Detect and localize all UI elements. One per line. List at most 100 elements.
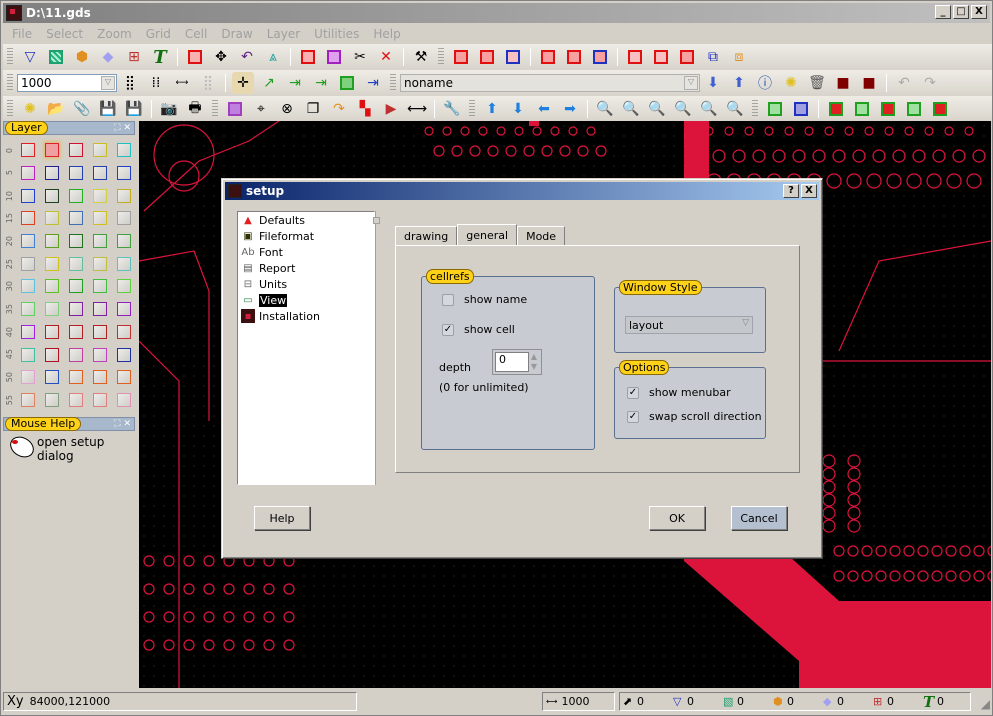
tab-general[interactable]: general xyxy=(457,224,518,246)
layer-swatch[interactable] xyxy=(21,279,35,294)
zoom-selection-icon[interactable]: 🔍 xyxy=(724,98,746,120)
layer-swatch[interactable] xyxy=(45,166,59,181)
grid-coarse-icon[interactable]: ⁞⁞ xyxy=(145,72,167,94)
trash-icon[interactable]: 🗑 xyxy=(806,72,828,94)
snap-edge-icon[interactable]: ⇥ xyxy=(284,72,306,94)
layer-swatch[interactable] xyxy=(21,143,35,158)
layer-op-5-icon[interactable] xyxy=(929,98,951,120)
zoom-window-icon[interactable]: 🔍 xyxy=(698,98,720,120)
menu-draw[interactable]: Draw xyxy=(214,25,259,43)
layer-swatch[interactable] xyxy=(69,392,83,407)
set-layer-icon[interactable] xyxy=(764,98,786,120)
layer-swatch[interactable] xyxy=(69,370,83,385)
menu-help[interactable]: Help xyxy=(366,25,407,43)
toolbar-grip[interactable] xyxy=(212,100,218,118)
menu-layer[interactable]: Layer xyxy=(260,25,307,43)
splitter-handle[interactable] xyxy=(373,211,381,485)
layer-swatch[interactable] xyxy=(45,347,59,362)
layer-swatch[interactable] xyxy=(45,211,59,226)
layer-swatch[interactable] xyxy=(93,392,107,407)
layer-swatch[interactable] xyxy=(93,188,107,203)
save-icon[interactable]: 💾 xyxy=(97,98,119,120)
measure-icon[interactable]: ⟷ xyxy=(406,98,428,120)
scroll-left-icon[interactable]: ⬅ xyxy=(533,98,555,120)
cell-name-combo[interactable]: noname ▽ xyxy=(400,74,700,92)
toolbar-grip[interactable] xyxy=(438,48,444,66)
merge-icon[interactable] xyxy=(323,46,345,68)
save-as-icon[interactable]: 💾 xyxy=(123,98,145,120)
layer-swatch[interactable] xyxy=(69,256,83,271)
snap-edge-3-icon[interactable]: ⇥ xyxy=(362,72,384,94)
layer-swatch[interactable] xyxy=(45,302,59,317)
layer-stack-icon[interactable]: ⧈ xyxy=(728,46,750,68)
box-icon[interactable] xyxy=(45,46,67,68)
tree-item-installation[interactable]: ▪ Installation xyxy=(238,308,374,324)
zoom-out-icon[interactable]: 🔍 xyxy=(620,98,642,120)
dialog-help-button[interactable]: ? xyxy=(783,184,799,198)
boolean-or-icon[interactable] xyxy=(476,46,498,68)
show-menubar-checkbox[interactable]: ✓ show menubar xyxy=(627,386,731,399)
layer-select-icon[interactable]: ▚ xyxy=(354,98,376,120)
swap-layers-icon[interactable]: ⧉ xyxy=(702,46,724,68)
new-cell-icon[interactable]: ✺ xyxy=(780,72,802,94)
rotate-icon[interactable]: ↶ xyxy=(236,46,258,68)
layer-swatch[interactable] xyxy=(117,211,131,226)
tree-item-fileformat[interactable]: ▣ Fileformat xyxy=(238,228,374,244)
float-icon[interactable]: ⛶ xyxy=(114,123,120,133)
layer-swatch[interactable] xyxy=(45,370,59,385)
tree-item-units[interactable]: ⊟ Units xyxy=(238,276,374,292)
layer-swatch[interactable] xyxy=(117,166,131,181)
layer-swatch[interactable] xyxy=(93,302,107,317)
layer-op-2-icon[interactable] xyxy=(851,98,873,120)
layer-swatch[interactable] xyxy=(21,166,35,181)
layer-swatch[interactable] xyxy=(117,143,131,158)
print-icon[interactable]: 🖶 xyxy=(184,98,206,120)
info-icon[interactable]: ⓘ xyxy=(754,72,776,94)
depth-input[interactable]: 0 xyxy=(495,352,529,372)
window-style-select[interactable]: layout ▽ xyxy=(625,316,753,334)
layer-swatch[interactable] xyxy=(45,143,59,158)
toolbar-grip[interactable] xyxy=(7,100,13,118)
size-icon[interactable] xyxy=(537,46,559,68)
layer-swatch[interactable] xyxy=(69,279,83,294)
cancel-button[interactable]: Cancel xyxy=(731,506,787,530)
help-button[interactable]: Help xyxy=(254,506,310,530)
tree-item-report[interactable]: ▤ Report xyxy=(238,260,374,276)
grid-fine-icon[interactable]: ⣿ xyxy=(119,72,141,94)
layer-swatch[interactable] xyxy=(93,166,107,181)
copy-icon[interactable] xyxy=(184,46,206,68)
show-name-checkbox[interactable]: show name xyxy=(442,293,527,306)
layer-swatch[interactable] xyxy=(69,347,83,362)
layer-swatch[interactable] xyxy=(117,347,131,362)
layer-swatch[interactable] xyxy=(69,211,83,226)
close-button[interactable]: X xyxy=(971,5,987,19)
ungroup-icon[interactable]: ■ xyxy=(858,72,880,94)
redo-icon[interactable]: ↷ xyxy=(919,72,941,94)
group-icon[interactable]: ■ xyxy=(832,72,854,94)
toolbar-grip[interactable] xyxy=(7,74,13,92)
tree-item-defaults[interactable]: ▲ Defaults xyxy=(238,212,374,228)
depth-spinbox[interactable]: 0 ▲ ▼ xyxy=(492,349,542,375)
layer-swatch[interactable] xyxy=(21,211,35,226)
boolean-sub-icon[interactable] xyxy=(502,46,524,68)
menu-grid[interactable]: Grid xyxy=(139,25,178,43)
text-icon[interactable]: T xyxy=(149,46,171,68)
tree-item-view[interactable]: ▭ View xyxy=(238,292,374,308)
show-cell-checkbox[interactable]: ✓ show cell xyxy=(442,323,515,336)
layer-swatch[interactable] xyxy=(93,234,107,249)
layer-swatch[interactable] xyxy=(93,279,107,294)
layer-swatch[interactable] xyxy=(93,347,107,362)
tab-mode[interactable]: Mode xyxy=(517,226,566,246)
dialog-close-button[interactable]: X xyxy=(801,184,817,198)
density-3-icon[interactable] xyxy=(676,46,698,68)
layer-swatch[interactable] xyxy=(45,234,59,249)
layer-swatch[interactable] xyxy=(21,256,35,271)
cut-icon[interactable]: ✂ xyxy=(349,46,371,68)
scroll-down-icon[interactable]: ⬇ xyxy=(507,98,529,120)
spin-arrows-icon[interactable]: ▲ ▼ xyxy=(529,352,539,372)
macro-icon[interactable]: ▶ xyxy=(380,98,402,120)
dropdown-arrow-icon[interactable]: ▽ xyxy=(684,76,698,90)
set-layer-2-icon[interactable] xyxy=(790,98,812,120)
select-point-icon[interactable]: ⌖ xyxy=(250,98,272,120)
menu-utilities[interactable]: Utilities xyxy=(307,25,366,43)
